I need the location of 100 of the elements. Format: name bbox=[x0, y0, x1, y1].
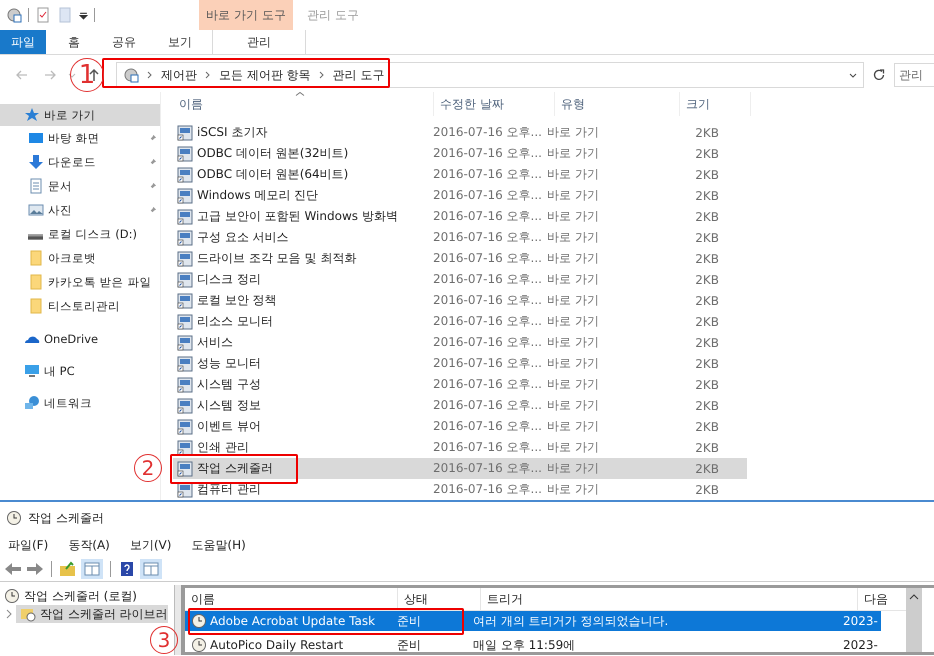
refresh-icon[interactable] bbox=[872, 68, 886, 82]
column-header[interactable]: 트리거 bbox=[481, 588, 858, 610]
sidebar-item[interactable]: OneDrive bbox=[0, 328, 160, 350]
column-header[interactable]: 상태 bbox=[398, 588, 481, 610]
sidebar-item[interactable]: 로컬 디스크 (D:) bbox=[0, 222, 160, 246]
ribbon-tab[interactable]: 공유 bbox=[96, 30, 152, 54]
forward-icon[interactable] bbox=[26, 561, 44, 577]
ribbon-tab[interactable]: 관리 bbox=[212, 30, 306, 54]
file-name: 서비스 bbox=[197, 334, 233, 351]
tree-item[interactable]: 작업 스케줄러 (로컬) bbox=[0, 587, 174, 605]
type-cell-text: 바로 가기 bbox=[546, 229, 600, 246]
shortcut-icon bbox=[177, 376, 193, 392]
file-row[interactable]: 성능 모니터 2016-07-16 오후... 바로 가기 2KB bbox=[173, 353, 747, 374]
scrollbar[interactable] bbox=[906, 588, 922, 652]
file-row[interactable]: 드라이브 조각 모음 및 최적화 2016-07-16 오후... 바로 가기 2KB bbox=[173, 248, 747, 269]
file-row[interactable]: ODBC 데이터 원본(32비트) 2016-07-16 오후... 바로 가기 2KB bbox=[173, 143, 747, 164]
folder-icon bbox=[28, 274, 44, 290]
column-header[interactable]: 다음 bbox=[858, 588, 908, 610]
pin-icon[interactable] bbox=[148, 158, 157, 166]
file-row[interactable]: 구성 요소 서비스 2016-07-16 오후... 바로 가기 2KB bbox=[173, 227, 747, 248]
sidebar-item[interactable]: 사진 bbox=[0, 198, 160, 222]
column-header[interactable]: 수정한 날짜 bbox=[434, 92, 555, 116]
date-cell-text: 2016-07-16 오후... bbox=[432, 439, 541, 456]
pane-splitter[interactable] bbox=[174, 585, 182, 655]
file-row[interactable]: 컴퓨터 관리 2016-07-16 오후... 바로 가기 2KB bbox=[173, 479, 747, 500]
sidebar-item[interactable]: 다운로드 bbox=[0, 150, 160, 174]
sidebar-item[interactable]: 네트워크 bbox=[0, 392, 160, 414]
size-cell-text: 2KB bbox=[694, 314, 720, 328]
file-row[interactable]: 서비스 2016-07-16 오후... 바로 가기 2KB bbox=[173, 332, 747, 353]
date-cell-text: 2016-07-16 오후... bbox=[432, 376, 541, 393]
file-row[interactable]: Windows 메모리 진단 2016-07-16 오후... 바로 가기 2KB bbox=[173, 185, 747, 206]
file-row[interactable]: 이벤트 뷰어 2016-07-16 오후... 바로 가기 2KB bbox=[173, 416, 747, 437]
pin-icon[interactable] bbox=[148, 182, 157, 190]
status-cell-text: 준비 bbox=[396, 636, 422, 654]
folder-up-icon[interactable] bbox=[59, 561, 77, 577]
pin-icon[interactable] bbox=[148, 134, 157, 142]
size-cell-text: 2KB bbox=[694, 272, 720, 286]
forward-icon[interactable] bbox=[43, 68, 57, 82]
file-row[interactable]: 로컬 보안 정책 2016-07-16 오후... 바로 가기 2KB bbox=[173, 290, 747, 311]
shortcut-icon bbox=[177, 334, 193, 350]
menu-item[interactable]: 도움말(H) bbox=[191, 536, 246, 554]
type-cell-text: 바로 가기 bbox=[546, 187, 600, 204]
task-row[interactable]: Adobe Acrobat Update Task 준비 여러 개의 트리거가 정의되었습니다. 2023- bbox=[185, 611, 881, 631]
back-icon[interactable] bbox=[4, 561, 22, 577]
sidebar-item[interactable]: 바탕 화면 bbox=[0, 126, 160, 150]
file-row[interactable]: 인쇄 관리 2016-07-16 오후... 바로 가기 2KB bbox=[173, 437, 747, 458]
type-cell-text: 바로 가기 bbox=[546, 397, 600, 414]
pane-icon[interactable] bbox=[140, 559, 162, 579]
column-header[interactable]: 이름 bbox=[185, 588, 398, 610]
size-cell-text: 2KB bbox=[694, 210, 720, 224]
chevron-icon[interactable] bbox=[68, 71, 76, 79]
breadcrumb[interactable]: 관리 도구 bbox=[332, 66, 384, 84]
menu-item[interactable]: 동작(A) bbox=[68, 536, 110, 554]
new-folder-icon[interactable] bbox=[57, 7, 73, 23]
ribbon-tab[interactable]: 홈 bbox=[52, 30, 96, 54]
ribbon-tab[interactable]: 보기 bbox=[152, 30, 208, 54]
breadcrumb[interactable]: 제어판 bbox=[161, 66, 197, 84]
menu-item[interactable]: 보기(V) bbox=[130, 536, 172, 554]
sidebar-item[interactable]: 바로 가기 bbox=[0, 104, 160, 126]
type-cell-text: 바로 가기 bbox=[546, 145, 600, 162]
scroll-up-icon[interactable] bbox=[909, 594, 919, 600]
address-bar[interactable]: 제어판 모든 제어판 항목 관리 도구 bbox=[116, 62, 864, 88]
sidebar-item[interactable]: 티스토리관리 bbox=[0, 294, 160, 318]
column-header[interactable]: 유형 bbox=[555, 92, 680, 116]
date-cell-text: 2016-07-16 오후... bbox=[432, 481, 541, 498]
file-row[interactable]: iSCSI 초기자 2016-07-16 오후... 바로 가기 2KB bbox=[173, 122, 747, 143]
file-row[interactable]: 고급 보안이 포함된 Windows 방화벽 2016-07-16 오후... 바로 가기 2KB bbox=[173, 206, 747, 227]
type-cell-text: 바로 가기 bbox=[546, 460, 600, 477]
file-row[interactable]: 디스크 정리 2016-07-16 오후... 바로 가기 2KB bbox=[173, 269, 747, 290]
sidebar-item[interactable]: 카카오톡 받은 파일 bbox=[0, 270, 160, 294]
task-row[interactable]: AutoPico Daily Restart 준비 매일 오후 11:59에 2023- bbox=[185, 635, 881, 655]
size-cell-text: 2KB bbox=[694, 230, 720, 244]
control-panel-icon[interactable] bbox=[6, 7, 22, 23]
tree-item[interactable]: 작업 스케줄러 라이브러 bbox=[16, 605, 168, 623]
column-header[interactable]: 크기 bbox=[680, 92, 751, 116]
file-row[interactable]: 시스템 정보 2016-07-16 오후... 바로 가기 2KB bbox=[173, 395, 747, 416]
image-icon bbox=[28, 202, 44, 218]
menu-item[interactable]: 파일(F) bbox=[8, 536, 48, 554]
properties-icon[interactable] bbox=[35, 7, 51, 23]
sidebar-item[interactable]: 내 PC bbox=[0, 360, 160, 382]
dropdown-icon[interactable] bbox=[79, 10, 88, 20]
sidebar-item[interactable]: 문서 bbox=[0, 174, 160, 198]
help-icon[interactable] bbox=[118, 561, 136, 577]
file-row[interactable]: 작업 스케줄러 2016-07-16 오후... 바로 가기 2KB bbox=[173, 458, 747, 479]
ribbon-tab[interactable]: 파일 bbox=[0, 30, 46, 54]
back-icon[interactable] bbox=[15, 68, 29, 82]
pin-icon[interactable] bbox=[148, 206, 157, 214]
file-name: 시스템 구성 bbox=[197, 376, 261, 393]
file-row[interactable]: ODBC 데이터 원본(64비트) 2016-07-16 오후... 바로 가기 2KB bbox=[173, 164, 747, 185]
sidebar-item[interactable]: 아크로뱃 bbox=[0, 246, 160, 270]
file-row[interactable]: 리소스 모니터 2016-07-16 오후... 바로 가기 2KB bbox=[173, 311, 747, 332]
column-header[interactable]: 이름 bbox=[173, 92, 434, 116]
search-field[interactable]: 관리 bbox=[894, 63, 934, 87]
pane-icon[interactable] bbox=[81, 559, 103, 579]
type-cell-text: 바로 가기 bbox=[546, 208, 600, 225]
file-row[interactable]: 시스템 구성 2016-07-16 오후... 바로 가기 2KB bbox=[173, 374, 747, 395]
chevron-down-icon[interactable] bbox=[849, 71, 857, 79]
file-name: 인쇄 관리 bbox=[197, 439, 249, 456]
window-title: 관리 도구 bbox=[307, 6, 359, 24]
breadcrumb[interactable]: 모든 제어판 항목 bbox=[219, 66, 311, 84]
